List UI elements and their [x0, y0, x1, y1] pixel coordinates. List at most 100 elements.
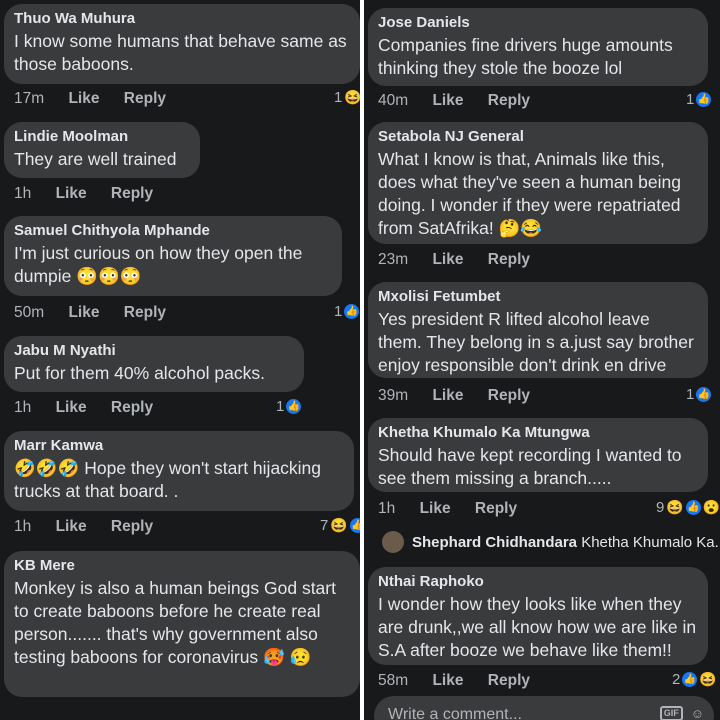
- reply-button[interactable]: Reply: [111, 518, 153, 535]
- comment-time[interactable]: 17m: [14, 90, 44, 107]
- comment-text: I'm just curious on how they open the du…: [14, 243, 303, 286]
- reaction-number: 1: [334, 303, 343, 320]
- reply-button[interactable]: Reply: [111, 185, 153, 202]
- reply-button[interactable]: Reply: [488, 251, 530, 268]
- comment-bubble: Thuo Wa Muhura I know some humans that b…: [4, 4, 360, 84]
- comment-author[interactable]: Samuel Chithyola Mphande: [14, 222, 332, 239]
- comment-bubble: Marr Kamwa 🤣🤣🤣 Hope they won't start hij…: [4, 431, 354, 511]
- comment-author[interactable]: Marr Kamwa: [14, 437, 344, 454]
- avatar[interactable]: [382, 531, 404, 553]
- comment-time[interactable]: 40m: [378, 92, 408, 109]
- comment-input-placeholder: Write a comment...: [388, 706, 522, 720]
- reply-button[interactable]: Reply: [111, 399, 153, 416]
- comment-bubble: Mxolisi Fetumbet Yes president R lifted …: [368, 282, 708, 378]
- like-button[interactable]: Like: [432, 251, 463, 268]
- reaction-number: 9: [656, 499, 665, 516]
- comment-author[interactable]: Jose Daniels: [378, 14, 698, 31]
- comment-text: They are well trained: [14, 149, 177, 169]
- comment-text: What I know is that, Animals like this, …: [378, 149, 681, 238]
- thumbs-up-icon: 👍: [696, 92, 712, 107]
- left-comment-panel: Thuo Wa Muhura I know some humans that b…: [0, 0, 360, 720]
- comment-bubble: Samuel Chithyola Mphande I'm just curiou…: [4, 216, 342, 296]
- reaction-count[interactable]: 1 😆: [334, 89, 360, 106]
- comment-author[interactable]: Mxolisi Fetumbet: [378, 288, 698, 305]
- comment-author[interactable]: Nthai Raphoko: [378, 573, 698, 590]
- comment-bubble: Jabu M Nyathi Put for them 40% alcohol p…: [4, 336, 304, 392]
- reply-button[interactable]: Reply: [488, 387, 530, 404]
- comment-actions: 40m Like Reply: [378, 92, 550, 110]
- laugh-emoji-icon: 😆: [344, 89, 360, 105]
- comment-bubble: Lindie Moolman They are well trained: [4, 122, 200, 178]
- sticker-icon[interactable]: ☺: [691, 706, 704, 720]
- comment-actions: 1h Like Reply: [378, 500, 537, 518]
- comment-author[interactable]: Setabola NJ General: [378, 128, 698, 145]
- comment-author[interactable]: Khetha Khumalo Ka Mtungwa: [378, 424, 698, 441]
- like-button[interactable]: Like: [432, 92, 463, 109]
- like-button[interactable]: Like: [432, 387, 463, 404]
- reaction-number: 1: [334, 89, 343, 106]
- comment-actions: 23m Like Reply: [378, 251, 550, 269]
- comment-text: I know some humans that behave same as t…: [14, 31, 347, 74]
- comment-text: 🤣🤣🤣 Hope they won't start hijacking truc…: [14, 458, 322, 501]
- reaction-count[interactable]: 1 👍: [334, 303, 360, 320]
- like-button[interactable]: Like: [56, 185, 87, 202]
- comment-bubble: Jose Daniels Companies fine drivers huge…: [368, 8, 708, 86]
- reaction-number: 1: [686, 386, 695, 403]
- comment-time[interactable]: 23m: [378, 251, 408, 268]
- gif-icon[interactable]: GIF: [659, 706, 683, 720]
- reaction-count[interactable]: 1 👍: [686, 386, 712, 403]
- comment-text: Should have kept recording I wanted to s…: [378, 445, 682, 488]
- reply-button[interactable]: Reply: [124, 90, 166, 107]
- thumbs-up-icon: 👍: [344, 304, 360, 319]
- right-comment-panel: Jose Daniels Companies fine drivers huge…: [364, 0, 720, 720]
- comment-author[interactable]: Jabu M Nyathi: [14, 342, 294, 359]
- thumbs-up-icon: 👍: [685, 500, 701, 515]
- reply-text: Khetha Khumalo Ka...: [581, 534, 720, 551]
- comment-author[interactable]: Thuo Wa Muhura: [14, 10, 350, 27]
- comment-time[interactable]: 50m: [14, 304, 44, 321]
- laugh-emoji-icon: 😆: [699, 671, 717, 687]
- reaction-number: 1: [276, 398, 285, 415]
- wow-emoji-icon: 😮: [702, 499, 720, 515]
- comment-input[interactable]: Write a comment... GIF ☺: [374, 696, 714, 720]
- comment-author[interactable]: Lindie Moolman: [14, 128, 190, 145]
- laugh-emoji-icon: 😆: [330, 517, 348, 533]
- reply-button[interactable]: Reply: [124, 304, 166, 321]
- comment-text: Put for them 40% alcohol packs.: [14, 363, 265, 383]
- reaction-count[interactable]: 1 👍: [276, 398, 302, 415]
- reply-preview[interactable]: Shephard Chidhandara Khetha Khumalo Ka..…: [412, 534, 720, 551]
- reply-button[interactable]: Reply: [488, 92, 530, 109]
- comment-actions: 50m Like Reply: [14, 304, 186, 322]
- comment-time[interactable]: 39m: [378, 387, 408, 404]
- comment-time[interactable]: 1h: [14, 399, 31, 416]
- comment-time[interactable]: 1h: [14, 518, 31, 535]
- comment-bubble: Nthai Raphoko I wonder how they looks li…: [368, 567, 708, 665]
- composer-icons: GIF ☺: [659, 706, 704, 720]
- reaction-count[interactable]: 2 👍 😆: [672, 671, 717, 688]
- like-button[interactable]: Like: [68, 90, 99, 107]
- like-button[interactable]: Like: [420, 500, 451, 517]
- comment-time[interactable]: 1h: [378, 500, 395, 517]
- comment-actions: 39m Like Reply: [378, 387, 550, 405]
- reply-button[interactable]: Reply: [475, 500, 517, 517]
- reaction-count[interactable]: 7 😆 👍: [320, 517, 360, 534]
- like-button[interactable]: Like: [56, 518, 87, 535]
- comment-bubble: Setabola NJ General What I know is that,…: [368, 122, 708, 244]
- comment-text: Monkey is also a human beings God start …: [14, 578, 336, 667]
- reaction-number: 7: [320, 517, 329, 534]
- comment-actions: 17m Like Reply: [14, 90, 186, 108]
- comment-text: I wonder how they looks like when they a…: [378, 594, 697, 660]
- comment-actions: 1h Like Reply: [14, 518, 173, 536]
- reaction-number: 1: [686, 91, 695, 108]
- like-button[interactable]: Like: [432, 672, 463, 689]
- thumbs-up-icon: 👍: [349, 518, 360, 533]
- comment-time[interactable]: 1h: [14, 185, 31, 202]
- reply-button[interactable]: Reply: [488, 672, 530, 689]
- reaction-count[interactable]: 1 👍: [686, 91, 712, 108]
- like-button[interactable]: Like: [68, 304, 99, 321]
- comment-time[interactable]: 58m: [378, 672, 408, 689]
- comment-author[interactable]: KB Mere: [14, 557, 350, 574]
- reaction-count[interactable]: 9 😆 👍 😮: [656, 499, 720, 516]
- comment-actions: 58m Like Reply: [378, 672, 550, 690]
- like-button[interactable]: Like: [56, 399, 87, 416]
